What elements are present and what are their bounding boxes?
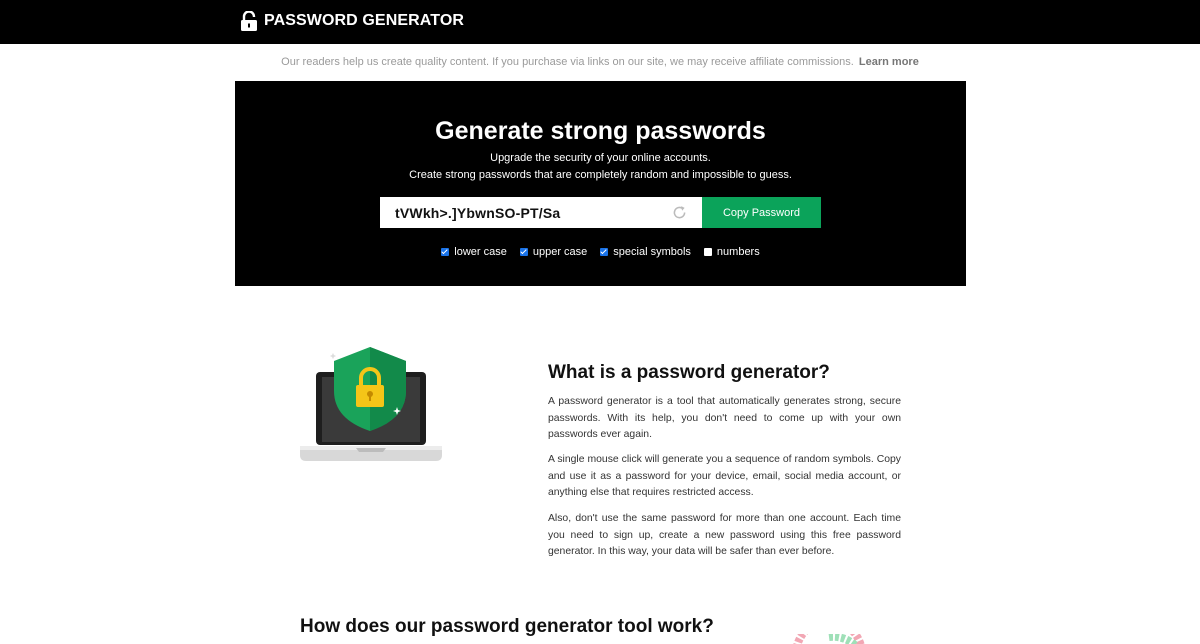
refresh-icon[interactable]	[671, 204, 688, 221]
affiliate-text: Our readers help us create quality conte…	[281, 56, 854, 68]
upper-case-checkbox[interactable]	[519, 248, 528, 256]
option-label: lower case	[454, 246, 507, 258]
article-paragraph: A password generator is a tool that auto…	[548, 396, 901, 440]
how-it-works-heading: How does our password generator tool wor…	[300, 616, 714, 637]
numbers-checkbox[interactable]	[703, 248, 712, 256]
password-output-field[interactable]: tVWkh>.]YbwnSO-PT/Sa	[380, 197, 702, 228]
affiliate-disclaimer: Our readers help us create quality conte…	[0, 56, 1200, 68]
special-symbols-checkbox[interactable]	[600, 248, 609, 256]
what-is-heading: What is a password generator?	[548, 362, 830, 383]
strength-wheel-illustration	[793, 634, 865, 644]
learn-more-link[interactable]: Learn more	[859, 56, 919, 68]
option-label: special symbols	[613, 246, 691, 258]
option-label: upper case	[532, 246, 588, 258]
option-numbers[interactable]: numbers	[703, 246, 760, 258]
option-lower-case[interactable]: lower case	[441, 246, 507, 258]
generator-panel: Generate strong passwords Upgrade the se…	[235, 81, 966, 286]
option-special-symbols[interactable]: special symbols	[600, 246, 691, 258]
hero-title: Generate strong passwords	[435, 117, 766, 145]
hero-subtitle-line-1: Upgrade the security of your online acco…	[490, 152, 711, 164]
laptop-shield-illustration	[300, 347, 442, 461]
unlocked-lock-icon	[241, 11, 257, 31]
article-paragraph: A single mouse click will generate you a…	[548, 454, 901, 498]
lower-case-checkbox[interactable]	[441, 248, 450, 256]
brand-name: PASSWORD GENERATOR	[264, 12, 465, 29]
top-bar: PASSWORD GENERATOR	[0, 0, 1200, 44]
option-label: numbers	[716, 246, 760, 258]
article-paragraph: Also, don't use the same password for mo…	[548, 513, 901, 557]
generated-password[interactable]: tVWkh>.]YbwnSO-PT/Sa	[395, 205, 560, 221]
password-options: lower case upper case special symbols nu…	[235, 246, 966, 258]
copy-password-button[interactable]: Copy Password	[702, 197, 821, 228]
hero-subtitle-line-2: Create strong passwords that are complet…	[409, 169, 792, 181]
option-upper-case[interactable]: upper case	[519, 246, 588, 258]
brand-logo[interactable]: PASSWORD GENERATOR	[240, 11, 464, 31]
